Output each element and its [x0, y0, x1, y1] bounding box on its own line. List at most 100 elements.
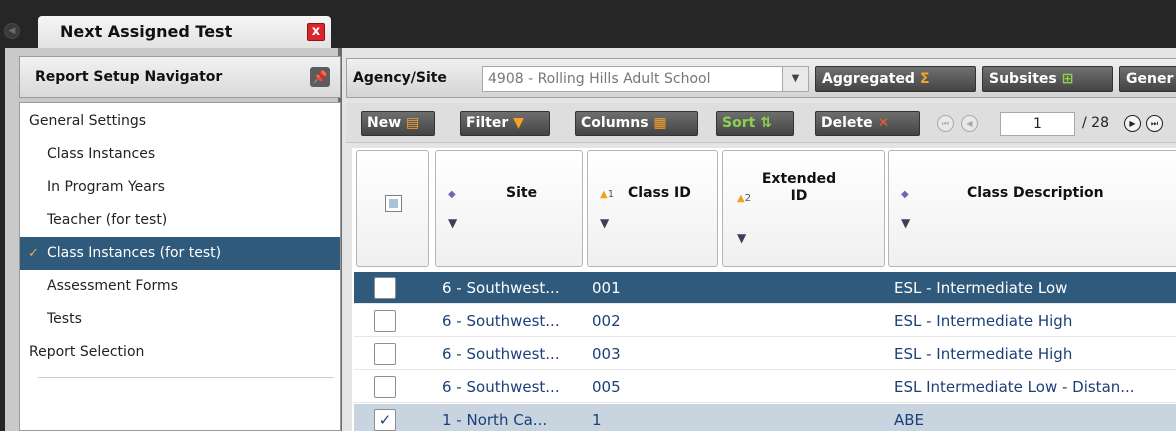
sort-button[interactable]: Sort ⇅: [716, 111, 794, 136]
cell-class-id: 1: [592, 411, 602, 429]
cell-class-description: ESL Intermediate Low - Distan...: [894, 378, 1135, 396]
cell-class-id: 005: [592, 378, 621, 396]
pin-icon[interactable]: 📌: [310, 67, 330, 87]
tab-strip: ◀ Next Assigned Test x: [0, 0, 1176, 48]
column-filter-icon[interactable]: ▼: [737, 231, 746, 245]
column-label-class-id: Class ID: [628, 185, 691, 201]
sigma-icon: Σ: [919, 71, 930, 87]
first-page-icon[interactable]: ⏮: [937, 115, 954, 132]
previous-page-icon[interactable]: ◀: [961, 115, 978, 132]
row-checkbox[interactable]: [374, 277, 396, 299]
cell-site: 6 - Southwest...: [442, 378, 560, 396]
general-button[interactable]: Gener: [1119, 66, 1176, 92]
chevron-down-icon[interactable]: ▼: [782, 67, 808, 91]
divider: [38, 377, 334, 378]
row-checkbox[interactable]: ✓: [374, 409, 396, 431]
cell-site: 6 - Southwest...: [442, 279, 560, 297]
sort-icon: ◆: [901, 189, 909, 200]
cell-site: 6 - Southwest...: [442, 312, 560, 330]
delete-label: Delete: [821, 115, 873, 131]
page-number-input[interactable]: 1: [1000, 112, 1075, 136]
columns-label: Columns: [581, 115, 649, 131]
last-page-icon[interactable]: ⏭: [1146, 115, 1163, 132]
nav-item-in-program-years[interactable]: In Program Years: [20, 171, 340, 204]
table-row[interactable]: ✓ 1 - North Ca... 1 ABE: [354, 404, 1176, 431]
report-setup-navigator: Report Setup Navigator 📌 General Setting…: [5, 48, 342, 431]
agency-site-label: Agency/Site: [353, 70, 447, 86]
table-row[interactable]: 6 - Southwest... 002 ESL - Intermediate …: [354, 305, 1176, 337]
check-icon: ✓: [28, 246, 39, 261]
nav-item-label: Class Instances (for test): [47, 245, 222, 261]
nav-item-assessment-forms[interactable]: Assessment Forms: [20, 270, 340, 303]
filter-icon: ▼: [513, 115, 524, 131]
cell-class-description: ESL - Intermediate Low: [894, 279, 1068, 297]
aggregated-button[interactable]: Aggregated Σ: [815, 66, 976, 92]
cell-site: 6 - Southwest...: [442, 345, 560, 363]
page-total: / 28: [1082, 115, 1109, 131]
new-button[interactable]: New ▤: [361, 111, 435, 136]
cell-class-description: ESL - Intermediate High: [894, 345, 1073, 363]
agency-site-value: 4908 - Rolling Hills Adult School: [488, 71, 711, 87]
general-label: Gener: [1126, 71, 1174, 87]
row-checkbox[interactable]: [374, 343, 396, 365]
agency-bar: Agency/Site 4908 - Rolling Hills Adult S…: [346, 58, 1176, 98]
column-header-class-id[interactable]: ▲1 Class ID ▼: [587, 150, 718, 267]
nav-item-general-settings[interactable]: General Settings: [20, 105, 340, 138]
column-filter-icon[interactable]: ▼: [901, 216, 910, 230]
column-header-class-description[interactable]: ◆ Class Description ▼: [888, 150, 1176, 267]
nav-item-label: In Program Years: [47, 179, 165, 195]
cell-class-id: 003: [592, 345, 621, 363]
cell-site: 1 - North Ca...: [442, 411, 548, 429]
select-all-header: [356, 150, 429, 267]
nav-item-label: Teacher (for test): [47, 212, 168, 228]
table-row[interactable]: 6 - Southwest... 003 ESL - Intermediate …: [354, 338, 1176, 370]
cell-class-id: 001: [592, 279, 621, 297]
navigator-list: General Settings Class Instances In Prog…: [19, 102, 341, 431]
column-label-site: Site: [506, 185, 538, 201]
columns-button[interactable]: Columns ▦: [575, 111, 698, 136]
sort-az-icon: ⇅: [760, 115, 772, 131]
select-all-checkbox[interactable]: [385, 195, 402, 212]
column-header-site[interactable]: ◆ Site ▼: [435, 150, 583, 267]
nav-item-label: Report Selection: [29, 344, 145, 360]
nav-item-report-selection[interactable]: Report Selection: [20, 336, 340, 369]
column-filter-icon[interactable]: ▼: [448, 216, 457, 230]
tab-scroll-left-icon[interactable]: ◀: [4, 23, 20, 39]
subsites-button[interactable]: Subsites ⊞: [982, 66, 1113, 92]
row-checkbox[interactable]: [374, 310, 396, 332]
cell-class-description: ESL - Intermediate High: [894, 312, 1073, 330]
nav-item-label: Assessment Forms: [47, 278, 178, 294]
table-row[interactable]: 6 - Southwest... 005 ESL Intermediate Lo…: [354, 371, 1176, 403]
delete-button[interactable]: Delete ✕: [815, 111, 920, 136]
close-icon[interactable]: x: [307, 23, 325, 41]
column-header-extended-id[interactable]: ▲2 Extended ID ▼: [722, 150, 885, 267]
main-pane: Agency/Site 4908 - Rolling Hills Adult S…: [342, 48, 1176, 431]
table-row[interactable]: 6 - Southwest... 001 ESL - Intermediate …: [354, 272, 1176, 304]
aggregated-label: Aggregated: [822, 71, 915, 87]
sort-ascending-icon: ▲2: [737, 193, 752, 204]
navigator-header: Report Setup Navigator 📌: [19, 56, 341, 98]
nav-item-label: General Settings: [29, 113, 147, 129]
column-filter-icon[interactable]: ▼: [600, 216, 609, 230]
cell-class-description: ABE: [894, 411, 925, 429]
nav-item-tests[interactable]: Tests: [20, 303, 340, 336]
column-label-class-description: Class Description: [967, 185, 1104, 201]
sort-label: Sort: [722, 115, 756, 131]
row-checkbox[interactable]: [374, 376, 396, 398]
sort-icon: ◆: [448, 189, 456, 200]
cell-class-id: 002: [592, 312, 621, 330]
sort-ascending-icon: ▲1: [600, 189, 615, 200]
nav-item-class-instances[interactable]: Class Instances: [20, 138, 340, 171]
class-instances-grid: ◆ Site ▼ ▲1 Class ID ▼ ▲2 Extended ID ▼ …: [352, 148, 1176, 431]
columns-icon: ▦: [653, 115, 667, 131]
nav-item-teacher-for-test[interactable]: Teacher (for test): [20, 204, 340, 237]
nav-item-label: Tests: [47, 311, 82, 327]
nav-item-label: Class Instances: [47, 146, 156, 162]
filter-button[interactable]: Filter ▼: [460, 111, 550, 136]
agency-site-select[interactable]: 4908 - Rolling Hills Adult School ▼: [482, 66, 809, 92]
grid-toolbar: New ▤ Filter ▼ Columns ▦ Sort ⇅ Delete ✕…: [346, 103, 1176, 143]
document-icon: ▤: [406, 115, 420, 131]
tab-next-assigned-test[interactable]: Next Assigned Test x: [38, 16, 331, 48]
nav-item-class-instances-for-test[interactable]: ✓ Class Instances (for test): [20, 237, 340, 270]
next-page-icon[interactable]: ▶: [1124, 115, 1141, 132]
